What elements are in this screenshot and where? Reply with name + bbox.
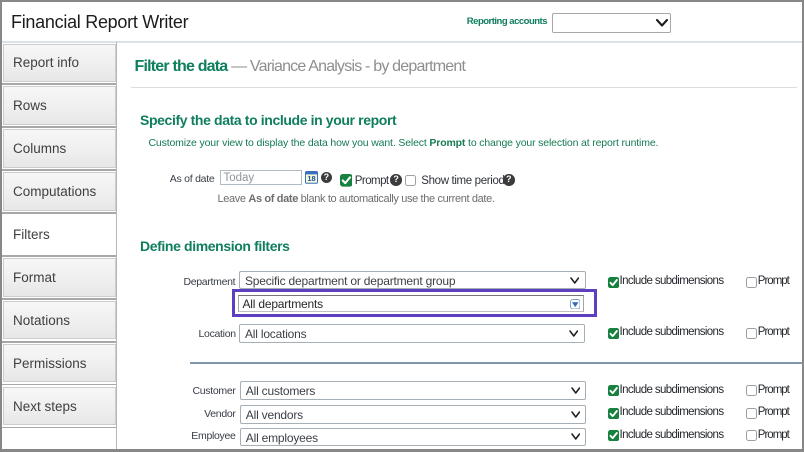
svg-text:18: 18 <box>307 174 315 183</box>
